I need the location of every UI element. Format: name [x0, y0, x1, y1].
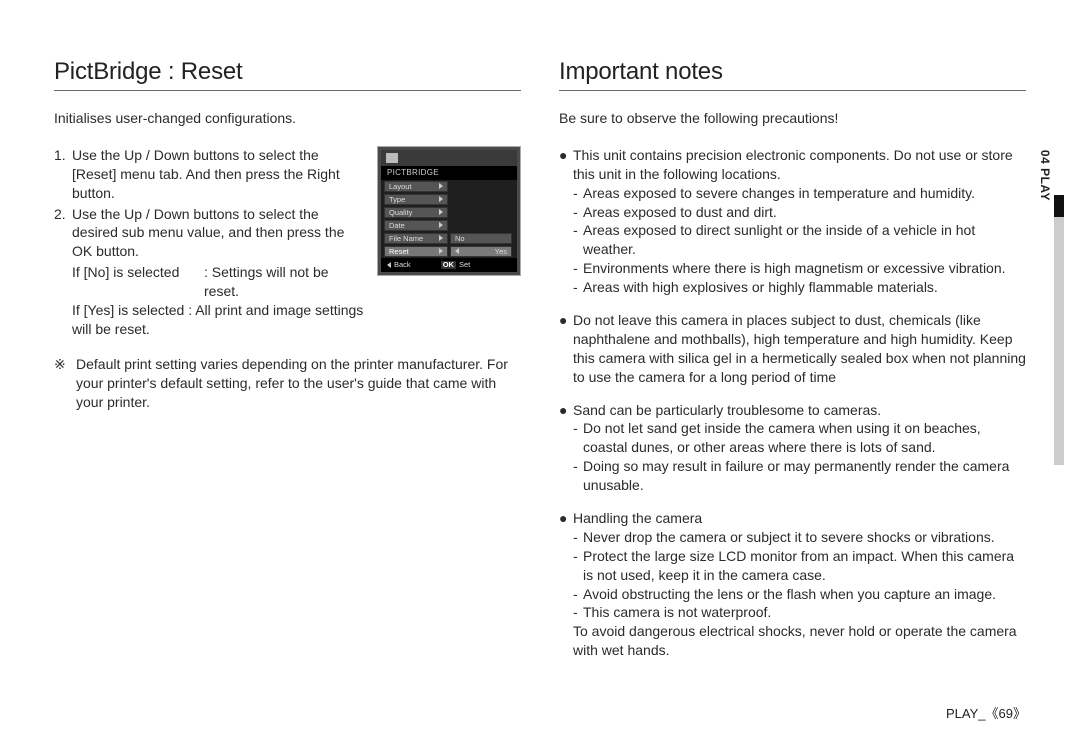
camera-lcd-figure: PICTBRIDGE Layout Type Quality Date File… [377, 146, 521, 276]
side-tab-bar [1054, 195, 1064, 465]
lcd-menu-title: PICTBRIDGE [381, 166, 517, 180]
reference-mark-icon: ※ [54, 355, 76, 412]
left-intro-text: Initialises user-changed configurations. [54, 109, 521, 128]
right-intro-text: Be sure to observe the following precaut… [559, 109, 1026, 128]
manual-page: 04 PLAY PictBridge : Reset Initialises u… [0, 0, 1080, 746]
precaution-group-1: ● This unit contains precision electroni… [559, 146, 1026, 184]
default-print-note: ※ Default print setting varies depending… [54, 355, 521, 412]
chapter-side-tab: 04 PLAY [1034, 195, 1064, 465]
precaution-group-2: ● Do not leave this camera in places sub… [559, 311, 1026, 387]
if-no-line: If [No] is selected : Settings will not … [72, 263, 365, 301]
printer-icon [386, 153, 398, 163]
step-1: 1. Use the Up / Down buttons to select t… [54, 146, 365, 203]
wet-hands-warning: To avoid dangerous electrical shocks, ne… [559, 622, 1026, 660]
heading-rule [54, 90, 521, 91]
side-tab-label: 04 PLAY [1038, 150, 1052, 201]
if-yes-line: If [Yes] is selected : All print and ima… [72, 301, 365, 339]
precaution-group-3: ● Sand can be particularly troublesome t… [559, 401, 1026, 420]
page-number: 69 [999, 706, 1013, 721]
side-tab-marker [1054, 195, 1064, 217]
footer-section-label: PLAY_ [946, 706, 986, 721]
pictbridge-reset-heading: PictBridge : Reset [54, 58, 521, 86]
step-2: 2. Use the Up / Down buttons to select t… [54, 205, 365, 262]
left-column: PictBridge : Reset Initialises user-chan… [54, 58, 521, 716]
page-footer: PLAY_《69》 [946, 703, 1026, 722]
precaution-group-4: ● Handling the camera [559, 509, 1026, 528]
heading-rule [559, 90, 1026, 91]
important-notes-heading: Important notes [559, 58, 1026, 86]
right-column: Important notes Be sure to observe the f… [559, 58, 1026, 716]
